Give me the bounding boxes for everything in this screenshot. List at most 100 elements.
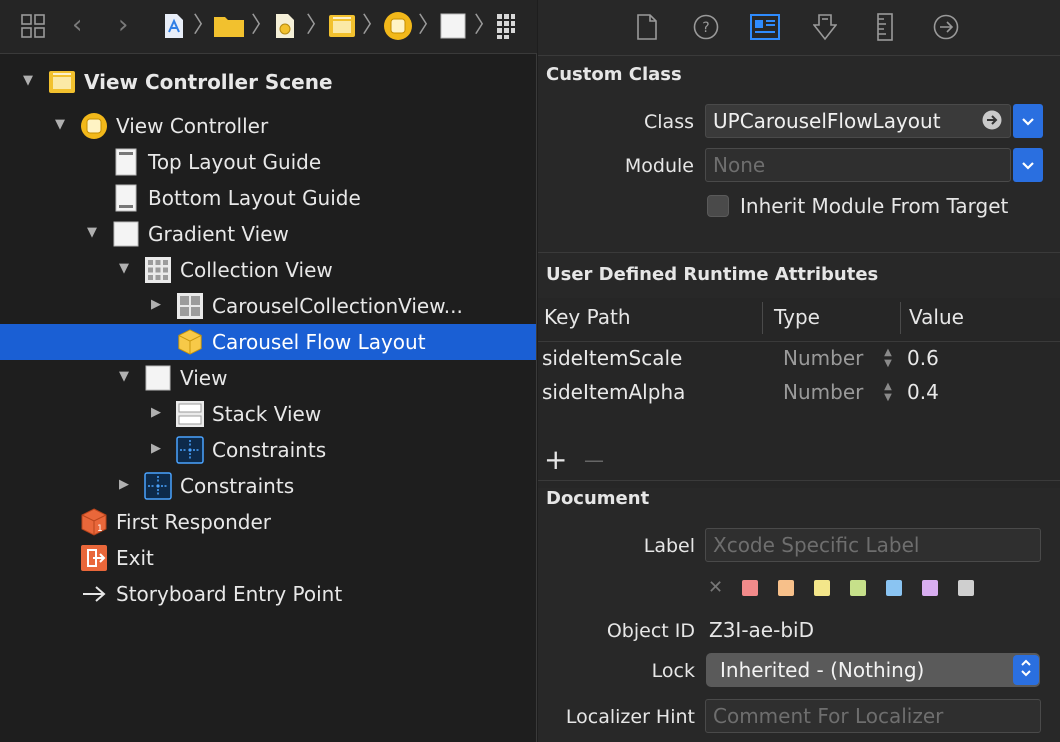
disclosure-collapsed-icon[interactable]: ▶ bbox=[148, 297, 164, 313]
color-swatch-red[interactable] bbox=[742, 580, 758, 596]
color-swatch-blue[interactable] bbox=[886, 580, 902, 596]
xcode-label-placeholder: Xcode Specific Label bbox=[713, 533, 920, 557]
connections-inspector-icon[interactable] bbox=[931, 12, 961, 42]
disclosure-expanded-icon[interactable]: ▼ bbox=[52, 117, 68, 133]
folder-icon[interactable] bbox=[212, 11, 246, 41]
outline-row-constraints-outer[interactable]: ▶ Constraints bbox=[0, 468, 536, 504]
outline-row-view-controller[interactable]: ▼ View Controller bbox=[0, 108, 536, 144]
outline-row-label: Exit bbox=[116, 546, 154, 570]
lock-popup-arrows[interactable] bbox=[1013, 655, 1039, 685]
constraints-icon bbox=[144, 472, 172, 500]
outline-row-collection-view[interactable]: ▼ Collection View bbox=[0, 252, 536, 288]
related-items-icon[interactable] bbox=[18, 11, 48, 41]
type-stepper-icon[interactable]: ▲ ▼ bbox=[881, 381, 895, 405]
project-file-icon[interactable] bbox=[160, 11, 188, 41]
outline-row-label: Carousel Flow Layout bbox=[212, 330, 426, 354]
class-field-value: UPCarouselFlowLayout bbox=[713, 109, 941, 133]
value-cell[interactable]: 0.4 bbox=[907, 380, 939, 404]
section-title-document: Document bbox=[546, 488, 650, 509]
color-swatch-purple[interactable] bbox=[922, 580, 938, 596]
label-field-label: Label bbox=[643, 535, 695, 557]
type-stepper-icon[interactable]: ▲ ▼ bbox=[881, 347, 895, 371]
outline-row-view[interactable]: ▼ View bbox=[0, 360, 536, 396]
outline-row-first-responder[interactable]: 1 First Responder bbox=[0, 504, 536, 540]
class-field[interactable]: UPCarouselFlowLayout bbox=[705, 104, 1011, 138]
color-swatch-yellow[interactable] bbox=[814, 580, 830, 596]
back-arrow-icon[interactable]: ‹ bbox=[72, 10, 82, 40]
outline-row-flow-layout[interactable]: Carousel Flow Layout bbox=[0, 324, 536, 360]
disclosure-expanded-icon[interactable]: ▼ bbox=[116, 369, 132, 385]
scene-icon[interactable] bbox=[326, 11, 358, 41]
svg-text:1: 1 bbox=[97, 524, 103, 534]
outline-row-collection-cell[interactable]: ▶ CarouselCollectionView... bbox=[0, 288, 536, 324]
outline-row-label: First Responder bbox=[116, 510, 271, 534]
go-to-class-icon[interactable] bbox=[982, 110, 1002, 130]
outline-row-label: Bottom Layout Guide bbox=[148, 186, 361, 210]
outline-row-exit[interactable]: Exit bbox=[0, 540, 536, 576]
color-swatch-orange[interactable] bbox=[778, 580, 794, 596]
scene-icon bbox=[48, 68, 76, 96]
constraints-icon bbox=[176, 436, 204, 464]
module-dropdown-button[interactable] bbox=[1013, 148, 1043, 182]
storyboard-file-icon[interactable] bbox=[270, 11, 300, 41]
outline-row-scene[interactable]: ▼ View Controller Scene bbox=[0, 64, 536, 100]
column-header-type[interactable]: Type bbox=[774, 298, 820, 342]
value-cell[interactable]: 0.6 bbox=[907, 346, 939, 370]
color-swatch-green[interactable] bbox=[850, 580, 866, 596]
identity-inspector-icon[interactable] bbox=[750, 12, 780, 42]
document-outline: ‹ › 〉 〉 〉 〉 〉 〉 ▼ View Controller Scene … bbox=[0, 0, 537, 742]
xcode-label-field[interactable]: Xcode Specific Label bbox=[705, 528, 1041, 562]
type-cell[interactable]: Number bbox=[783, 380, 863, 404]
lock-popup-button[interactable]: Inherited - (Nothing) bbox=[706, 653, 1040, 687]
key-path-cell[interactable]: sideItemAlpha bbox=[542, 380, 685, 404]
help-inspector-icon[interactable]: ? bbox=[691, 12, 721, 42]
outline-row-constraints-inner[interactable]: ▶ Constraints bbox=[0, 432, 536, 468]
column-separator bbox=[900, 302, 901, 334]
lock-popup-value: Inherited - (Nothing) bbox=[720, 658, 925, 682]
outline-row-label: Storyboard Entry Point bbox=[116, 582, 343, 606]
attributes-inspector-icon[interactable] bbox=[810, 12, 840, 42]
color-swatch-gray[interactable] bbox=[958, 580, 974, 596]
disclosure-expanded-icon[interactable]: ▼ bbox=[116, 261, 132, 277]
clear-color-icon[interactable]: ✕ bbox=[708, 578, 723, 598]
first-responder-icon: 1 bbox=[80, 508, 108, 536]
outline-row-top-layout-guide[interactable]: Top Layout Guide bbox=[0, 144, 536, 180]
disclosure-collapsed-icon[interactable]: ▶ bbox=[148, 441, 164, 457]
lock-label: Lock bbox=[651, 660, 695, 682]
file-inspector-icon[interactable] bbox=[632, 12, 662, 42]
disclosure-collapsed-icon[interactable]: ▶ bbox=[116, 477, 132, 493]
section-divider bbox=[538, 252, 1060, 253]
collection-view-icon[interactable] bbox=[494, 11, 518, 41]
runtime-attributes-table: Key Path Type Value sideItemScale Number… bbox=[538, 298, 1060, 488]
outline-row-entry-point[interactable]: Storyboard Entry Point bbox=[0, 576, 536, 612]
view-controller-icon bbox=[80, 112, 108, 140]
view-icon[interactable] bbox=[438, 11, 468, 41]
localizer-hint-label: Localizer Hint bbox=[565, 706, 695, 728]
outline-row-bottom-layout-guide[interactable]: Bottom Layout Guide bbox=[0, 180, 536, 216]
outline-row-label: Stack View bbox=[212, 402, 322, 426]
jump-bar: ‹ › 〉 〉 〉 〉 〉 〉 bbox=[0, 0, 537, 54]
key-path-cell[interactable]: sideItemScale bbox=[542, 346, 682, 370]
disclosure-collapsed-icon[interactable]: ▶ bbox=[148, 405, 164, 421]
localizer-hint-field[interactable]: Comment For Localizer bbox=[705, 699, 1041, 733]
add-attribute-button[interactable]: + bbox=[544, 446, 567, 474]
inherit-module-checkbox[interactable] bbox=[707, 195, 729, 217]
class-dropdown-button[interactable] bbox=[1013, 104, 1043, 138]
outline-row-label: Constraints bbox=[180, 474, 295, 498]
exit-icon bbox=[80, 544, 108, 572]
outline-row-gradient-view[interactable]: ▼ Gradient View bbox=[0, 216, 536, 252]
column-header-key-path[interactable]: Key Path bbox=[544, 298, 631, 342]
outline-row-stack-view[interactable]: ▶ Stack View bbox=[0, 396, 536, 432]
type-cell[interactable]: Number bbox=[783, 346, 863, 370]
disclosure-expanded-icon[interactable]: ▼ bbox=[84, 225, 100, 241]
remove-attribute-button[interactable]: — bbox=[584, 448, 604, 472]
column-header-value[interactable]: Value bbox=[909, 298, 964, 342]
size-inspector-icon[interactable] bbox=[870, 12, 900, 42]
module-field[interactable]: None bbox=[705, 148, 1011, 182]
view-controller-icon[interactable] bbox=[382, 11, 414, 41]
outline-row-label: Gradient View bbox=[148, 222, 289, 246]
disclosure-expanded-icon[interactable]: ▼ bbox=[20, 73, 36, 89]
up-down-chevron-icon bbox=[1020, 658, 1032, 682]
svg-text:?: ? bbox=[702, 20, 709, 36]
forward-arrow-icon[interactable]: › bbox=[118, 10, 128, 40]
